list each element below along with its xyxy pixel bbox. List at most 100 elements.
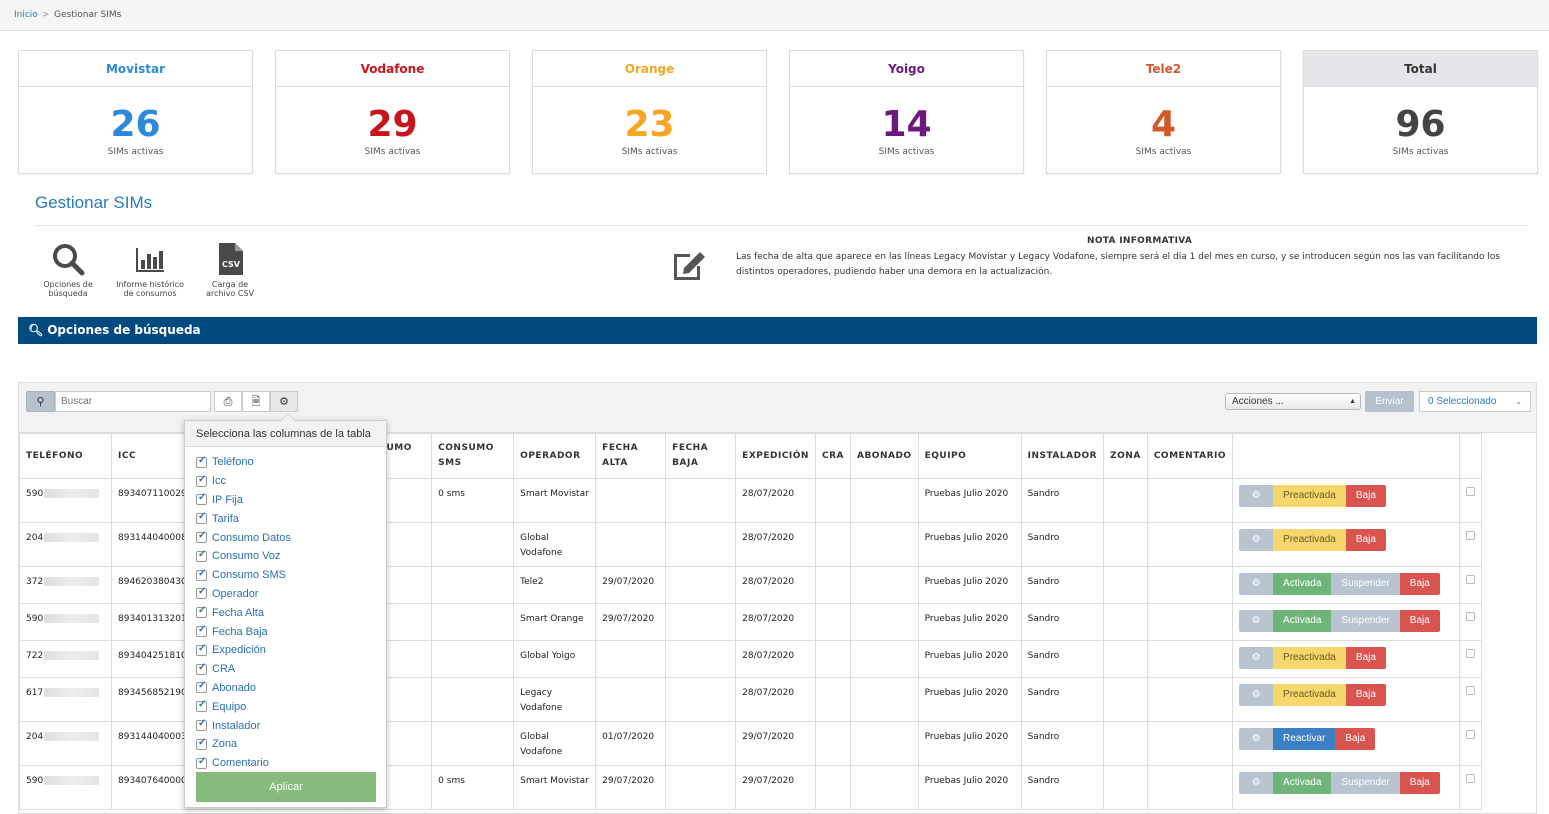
row-settings-button[interactable]: ⚙︎ [1239, 573, 1274, 595]
send-button[interactable]: Enviar [1365, 391, 1414, 412]
column-header[interactable]: TELÉFONO [19, 433, 112, 479]
column-option[interactable]: IP Fija [185, 491, 386, 510]
breadcrumb-home-link[interactable]: Inicio [14, 10, 38, 20]
column-header[interactable]: FECHA ALTA [595, 433, 667, 479]
column-option[interactable]: Instalador [185, 716, 386, 735]
status-preactivada-button[interactable]: Preactivada [1273, 485, 1346, 507]
column-header[interactable]: INSTALADOR [1020, 433, 1105, 479]
checkbox-checked-icon[interactable] [196, 530, 207, 544]
baja-button[interactable]: Baja [1345, 647, 1386, 669]
checkbox-checked-icon[interactable] [196, 492, 207, 506]
checkbox-checked-icon[interactable] [196, 680, 207, 694]
baja-button[interactable]: Baja [1345, 485, 1386, 507]
row-checkbox[interactable] [1466, 730, 1476, 739]
search-options-bar[interactable]: 🔍︎ Opciones de búsqueda [18, 317, 1537, 344]
row-settings-button[interactable]: ⚙︎ [1239, 772, 1274, 794]
column-header[interactable] [1232, 433, 1461, 479]
row-checkbox[interactable] [1466, 612, 1476, 621]
status-activada-button[interactable]: Activada [1273, 573, 1332, 595]
column-option[interactable]: Tarifa [185, 509, 386, 528]
checkbox-checked-icon[interactable] [196, 699, 207, 713]
checkbox-checked-icon[interactable] [196, 756, 207, 769]
reactivate-button[interactable]: Reactivar [1273, 728, 1336, 750]
checkbox-checked-icon[interactable] [196, 474, 207, 487]
checkbox-checked-icon[interactable] [196, 662, 207, 675]
row-settings-button[interactable]: ⚙︎ [1239, 647, 1274, 669]
checkbox-checked-icon[interactable] [196, 549, 207, 562]
baja-button[interactable]: Baja [1399, 573, 1440, 595]
row-settings-button[interactable]: ⚙︎ [1239, 610, 1274, 632]
column-header[interactable]: CRA [814, 433, 851, 479]
column-header[interactable]: COMENTARIO [1146, 433, 1234, 479]
operator-card-movistar[interactable]: Movistar 26 SIMs activas [18, 50, 253, 174]
row-checkbox[interactable] [1466, 774, 1476, 783]
column-option[interactable]: Zona [185, 735, 386, 754]
column-header[interactable]: EXPEDICIÓN [735, 433, 816, 479]
status-activada-button[interactable]: Activada [1273, 772, 1332, 794]
checkbox-checked-icon[interactable] [196, 718, 207, 732]
checkbox-checked-icon[interactable] [196, 586, 207, 600]
column-option[interactable]: Operador [185, 585, 386, 604]
column-header[interactable] [1459, 433, 1483, 479]
operator-card-yoigo[interactable]: Yoigo 14 SIMs activas [789, 50, 1024, 174]
row-checkbox[interactable] [1466, 649, 1476, 658]
column-option[interactable]: Expedición [185, 641, 386, 660]
print-button[interactable]: ⎙ [214, 391, 242, 412]
column-option[interactable]: Abonado [185, 679, 386, 698]
baja-button[interactable]: Baja [1345, 684, 1386, 706]
checkbox-checked-icon[interactable] [196, 643, 207, 656]
checkbox-checked-icon[interactable] [196, 455, 207, 468]
column-header[interactable]: ZONA [1103, 433, 1148, 479]
row-settings-button[interactable]: ⚙︎ [1239, 728, 1274, 750]
checkbox-checked-icon[interactable] [196, 605, 207, 619]
status-preactivada-button[interactable]: Preactivada [1273, 647, 1346, 669]
baja-button[interactable]: Baja [1345, 529, 1386, 551]
status-activada-button[interactable]: Activada [1273, 610, 1332, 632]
row-checkbox[interactable] [1466, 531, 1476, 540]
column-header[interactable]: CONSUMO SMS [431, 433, 515, 479]
baja-button[interactable]: Baja [1335, 728, 1376, 750]
row-checkbox[interactable] [1466, 487, 1476, 496]
columns-settings-button[interactable]: ⚙︎ [270, 391, 298, 412]
column-option[interactable]: Consumo SMS [185, 566, 386, 585]
column-option[interactable]: CRA [185, 660, 386, 679]
column-option[interactable]: Icc [185, 472, 386, 491]
csv-upload-tool[interactable]: CSV Carga de archivo CSV [200, 242, 260, 298]
apply-button[interactable]: Aplicar [196, 772, 376, 802]
baja-button[interactable]: Baja [1399, 610, 1440, 632]
column-option[interactable]: Consumo Datos [185, 528, 386, 547]
row-settings-button[interactable]: ⚙︎ [1239, 529, 1274, 551]
search-button[interactable]: ⚲ [26, 391, 55, 412]
column-option[interactable]: Fecha Alta [185, 603, 386, 622]
operator-card-orange[interactable]: Orange 23 SIMs activas [532, 50, 767, 174]
baja-button[interactable]: Baja [1399, 772, 1440, 794]
search-options-tool[interactable]: Opciones de búsqueda [38, 242, 98, 298]
column-header[interactable]: EQUIPO [917, 433, 1022, 479]
row-checkbox[interactable] [1466, 575, 1476, 584]
search-input[interactable] [55, 391, 211, 412]
operator-card-tele2[interactable]: Tele2 4 SIMs activas [1046, 50, 1281, 174]
column-header[interactable]: ABONADO [849, 433, 919, 479]
actions-select[interactable]: Acciones ... ▲ [1225, 393, 1361, 410]
suspend-button[interactable]: Suspender [1331, 573, 1400, 595]
column-header[interactable]: OPERADOR [513, 433, 597, 479]
status-preactivada-button[interactable]: Preactivada [1273, 684, 1346, 706]
column-header[interactable]: FECHA BAJA [665, 433, 737, 479]
row-settings-button[interactable]: ⚙︎ [1239, 684, 1274, 706]
status-preactivada-button[interactable]: Preactivada [1273, 529, 1346, 551]
suspend-button[interactable]: Suspender [1331, 610, 1400, 632]
consumption-report-tool[interactable]: Informe histórico de consumos [110, 242, 190, 298]
suspend-button[interactable]: Suspender [1331, 772, 1400, 794]
checkbox-checked-icon[interactable] [196, 568, 207, 581]
checkbox-checked-icon[interactable] [196, 511, 207, 525]
selected-dropdown[interactable]: 0 Seleccionado ⌄ [1419, 391, 1531, 412]
checkbox-checked-icon[interactable] [196, 624, 207, 638]
column-option[interactable]: Fecha Baja [185, 622, 386, 641]
operator-card-vodafone[interactable]: Vodafone 29 SIMs activas [275, 50, 510, 174]
column-option[interactable]: Teléfono [185, 453, 386, 472]
row-settings-button[interactable]: ⚙︎ [1239, 485, 1274, 507]
checkbox-checked-icon[interactable] [196, 737, 207, 750]
export-excel-button[interactable]: 🗎︎ [242, 391, 270, 412]
column-option[interactable]: Comentario [185, 754, 386, 773]
row-checkbox[interactable] [1466, 686, 1476, 695]
